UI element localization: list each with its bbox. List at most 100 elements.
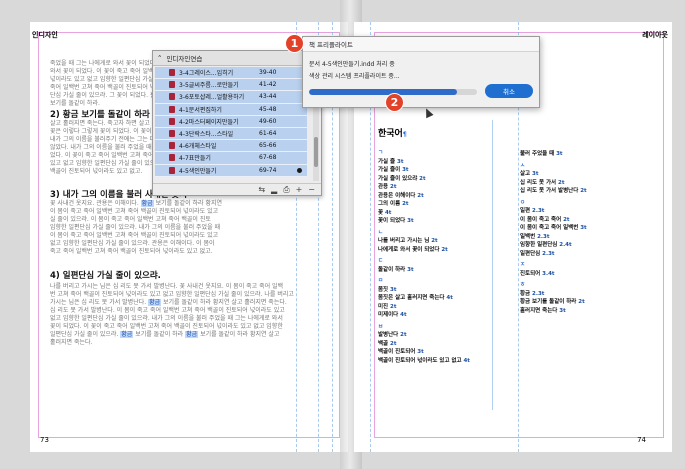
index-entry: 이 몸이 죽고 죽어 일백번 3t — [520, 225, 587, 231]
highlighted-term: 황금 — [148, 299, 162, 306]
text-line: 꽃이 되었다. 이 꽃이 죽고 죽어 일백번 고쳐 죽어 백골이 진토되어 넋이… — [50, 323, 283, 330]
index-entry: 몸짓은 살고 홀러지면 죽는다 4t — [378, 295, 453, 301]
text-line: 없고 임향한 일편단심 가실 줄이 있으랴. 관용은 이해이다. 이 몸이 — [50, 240, 215, 247]
index-entry: 꽃이 되었다 3t — [378, 218, 414, 224]
dialog-status-line-1: 문서 4-5색인만들기.indd 처리 중 — [309, 61, 395, 68]
index-entry: 가실 줄이 3t — [378, 167, 409, 173]
print-book-icon[interactable]: ⎙ — [283, 185, 289, 195]
indesign-document-icon — [169, 93, 175, 101]
book-collapse-icon[interactable]: ⌃ — [157, 54, 162, 62]
text-line: 나를 버리고 가시는 님은 십 리도 못 가서 발병난다. 꽃 사내건 옷지요.… — [50, 283, 284, 290]
index-letter-heading: ㅇ — [520, 199, 526, 206]
index-entry: 홀러지면 죽는다 3t — [520, 307, 566, 314]
section-3-paragraph: 꽃 사내건 옷지요. 관용은 이해이다. 황금 보기를 돌같이 하라 황지연 이 … — [50, 200, 330, 258]
callout-1: 1 — [286, 35, 303, 52]
highlighted-term: 황금 — [120, 331, 134, 338]
book-document-row[interactable]: 4-6개체스타일 65-66 — [155, 140, 307, 153]
indesign-document-icon — [169, 142, 175, 150]
text-line: 죽고 죽어 일백번 고쳐 죽어 백골이 진토되어 넋이라도 있고 없고. — [50, 248, 213, 255]
book-document-row[interactable]: 3-4그레이스...입히기 39-40 — [155, 67, 307, 80]
book-panel[interactable]: ⌃ 인디자인연습 3-4그레이스...입히기 39-40 3-5글씨주름...로만들… — [152, 50, 322, 196]
index-entry: 관용 2t — [378, 184, 397, 190]
document-page-range: 45-48 — [259, 105, 277, 113]
scrollbar-thumb[interactable] — [314, 137, 318, 167]
index-entry: 꽃 4t — [378, 209, 392, 216]
add-document-icon[interactable]: + — [296, 185, 303, 194]
document-page-range: 67-68 — [259, 154, 277, 162]
book-document-row[interactable]: 4-2마스터페이지만들기 49-60 — [155, 115, 307, 128]
document-name: 3-5글씨주름...로만들기 — [179, 82, 239, 90]
document-name: 4-6개체스타일 — [179, 143, 217, 151]
index-entry: 불러 주었을 때 3t — [520, 151, 563, 157]
save-book-icon[interactable]: ▂ — [271, 185, 277, 194]
document-page-range: 65-66 — [259, 142, 277, 150]
document-page-range: 41-42 — [259, 81, 277, 89]
book-document-row[interactable]: 4-1문서편집하기 45-48 — [155, 103, 307, 116]
dialog-title: 책 프리플라이트 — [303, 37, 539, 52]
dialog-status-line-2: 색상 관리 시스템 프리플라이트 중... — [309, 73, 400, 80]
text-line: 홀러지면 죽는다. — [50, 339, 93, 346]
left-page-header: 인디자인 — [32, 31, 58, 39]
index-letter-heading: ㄱ — [378, 150, 384, 156]
text-line: 없고 임향한 일편단심 가실 줄이 있으랴. 내가 그의 이름을 불러 주었을 … — [50, 315, 283, 322]
index-entry: 살고 3t — [520, 171, 539, 177]
index-entry: 그의 이름 2t — [378, 201, 409, 207]
index-letter-heading: ㅎ — [520, 282, 526, 288]
index-entry: 나를 버리고 가시는 님 2t — [378, 238, 438, 244]
index-entry: 일편 2.3t — [520, 208, 545, 214]
book-panel-footer: ⇆ ▂ ⎙ + − — [153, 183, 321, 195]
book-panel-title-bar[interactable]: ⌃ 인디자인연습 — [153, 51, 321, 66]
text-line: 이 몸이 죽고 죽어 일백번 고쳐 죽어 백골이 진토되어 넋이라도 있고 — [50, 208, 219, 215]
book-panel-title: 인디자인연습 — [166, 55, 203, 63]
index-letter-heading: ㅈ — [520, 262, 526, 268]
right-page-header: 레이아웃 — [642, 31, 668, 39]
index-entry: 관용은 이해이다 2t — [378, 192, 424, 199]
document-page-range: 69-74 — [259, 166, 277, 174]
cancel-button[interactable]: 취소 — [485, 84, 533, 98]
text-line: 임향한 일편단심 가실 줄이 있으랴. 내가 그의 이름을 불러 주었을 때 — [50, 224, 221, 231]
text-line: 일편단심 가실 줄이 있으랴. 황금 보기를 돌같이 하라 황금 보기를 돌같이… — [50, 331, 280, 338]
index-column-2: 불러 주었을 때 3t ㅅ 살고 3t 십 리도 못 가서 2t 십 리도 못 가서 발… — [520, 150, 630, 315]
indesign-document-icon — [169, 81, 175, 89]
index-entry: 미제이다 4t — [378, 312, 407, 318]
book-document-row[interactable]: 4-7표만들기 67-68 — [155, 152, 307, 165]
index-entry: 백골이 진토되어 넋이라도 있고 없고 4t — [378, 357, 470, 364]
document-name: 3-6포토샵레...얼활용하기 — [179, 94, 245, 102]
highlighted-term: 황금 — [140, 200, 154, 207]
index-entry: 진토되어 3.4t — [520, 270, 555, 277]
index-entry: 일백번 2.3t — [520, 233, 550, 240]
preflight-dialog: 책 프리플라이트 문서 4-5색인만들기.indd 처리 중 색상 관리 시스템… — [302, 36, 540, 108]
document-name: 4-7표만들기 — [179, 155, 211, 163]
text-line: 십 리도 못 가서 발병난다. 이 몸이 죽고 죽어 일백번 고쳐 죽어 백골이… — [50, 307, 285, 314]
index-entry: 이 몸이 죽고 죽어 2t — [520, 216, 570, 223]
open-document-indicator-icon — [297, 167, 302, 173]
book-document-list[interactable]: 3-4그레이스...입히기 39-40 3-5글씨주름...로만들기 41-42 3-6… — [155, 67, 307, 181]
index-entry: 황금 2.3t — [520, 290, 545, 297]
indesign-document-icon — [169, 105, 175, 113]
indesign-document-icon — [169, 154, 175, 162]
index-letter-heading: ㄴ — [378, 229, 384, 236]
index-entry: 황금 보기를 돌같이 하라 2t — [520, 299, 585, 305]
document-page-range: 49-60 — [259, 117, 277, 125]
left-page-number: 73 — [40, 436, 49, 444]
book-document-row[interactable]: 4-3단락스타...스타일 61-64 — [155, 127, 307, 141]
index-column-1: ㄱ 가실 줄 3t 가실 줄이 3t 가실 줄이 있으랴 2t 관용 2t 관용은 이해이… — [378, 146, 488, 365]
index-letter-heading: ㅁ — [378, 278, 384, 284]
book-document-row[interactable]: 4-5색인만들기 69-74 — [155, 164, 307, 177]
index-title: 한국어¶ — [378, 129, 407, 139]
text-line: 이 몸이 죽고 죽어 일백번 고쳐 죽어 백골이 진토되어 넋이라도 있고 — [50, 232, 219, 239]
indesign-document-icon — [169, 69, 175, 77]
remove-document-icon[interactable]: − — [308, 185, 315, 194]
sync-styles-icon[interactable]: ⇆ — [258, 185, 265, 194]
document-name: 4-5색인만들기 — [179, 167, 217, 175]
document-page-range: 39-40 — [259, 69, 277, 77]
book-document-row[interactable]: 3-6포토샵레...얼활용하기 43-44 — [155, 91, 307, 104]
indesign-document-icon — [169, 166, 175, 174]
highlighted-term: 황금 — [185, 331, 199, 338]
book-document-row[interactable]: 3-5글씨주름...로만들기 41-42 — [155, 79, 307, 92]
index-letter-heading: ㅂ — [378, 323, 384, 330]
text-line: 실 줄이 있으랴. 이 몸이 죽고 죽어 일백번 고쳐 죽어 백골이 진토 — [50, 216, 211, 223]
index-entry: 백골 2t — [378, 340, 397, 347]
index-entry: 일편단심 2.3t — [520, 250, 555, 257]
text-line: 꽃 사내건 옷지요. 관용은 이해이다. 황금 보기를 돌같이 하라 황지연 — [50, 200, 223, 207]
